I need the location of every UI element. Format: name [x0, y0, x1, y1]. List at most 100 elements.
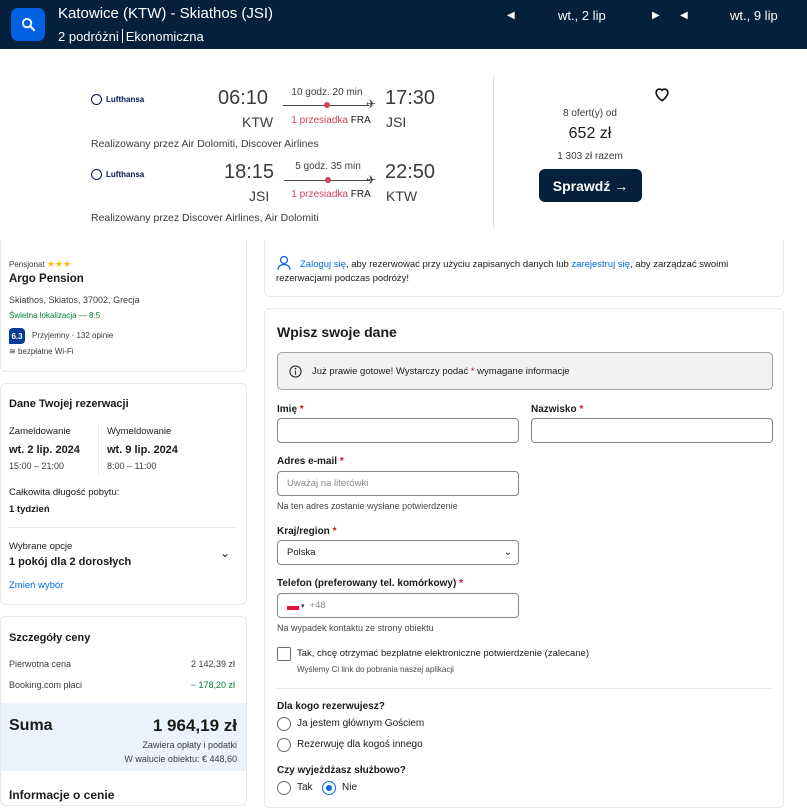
check-offer-button[interactable]: Sprawdź →: [539, 169, 642, 202]
first-name-input[interactable]: [277, 418, 519, 443]
discount-label: Booking.com płaci: [9, 680, 83, 690]
inbound-dep-airport: JSI: [249, 188, 270, 204]
airline-name: Lufthansa: [106, 170, 145, 179]
flight-offer-card[interactable]: Lufthansa 06:10 KTW 10 godz. 20 min ✈ 1 …: [0, 49, 807, 240]
price-details-card: Szczegóły ceny Pierwotna cena 2 142,39 z…: [0, 616, 247, 806]
lufthansa-logo-icon: [91, 169, 102, 180]
outbound-dep-time: 06:10: [218, 87, 269, 109]
phone-prefix: +48: [309, 600, 326, 611]
search-button[interactable]: [11, 8, 45, 41]
next-depart-date-icon[interactable]: ▶: [652, 10, 660, 21]
wifi-facility: ≋ bezpłatne Wi-Fi: [9, 347, 74, 356]
form-divider: [277, 688, 773, 689]
airline-name: Lufthansa: [106, 95, 145, 104]
country-value: Polska: [287, 547, 316, 558]
total-box: Suma 1 964,19 zł Zawiera opłaty i podatk…: [1, 703, 246, 771]
country-label: Kraj/region *: [277, 526, 336, 537]
email-label-text: Adres e-mail: [277, 456, 338, 467]
phone-input[interactable]: ▾ +48: [277, 593, 519, 618]
radio-business-no[interactable]: [322, 781, 336, 795]
checkin-label: Zameldowanie: [9, 426, 71, 437]
login-text: , aby zarządzać swoimi: [630, 259, 729, 270]
email-input[interactable]: Uważaj na literówki: [277, 471, 519, 496]
property-type: Pensjonat ★★★: [9, 259, 71, 270]
last-name-label-text: Nazwisko: [531, 404, 577, 415]
last-name-input[interactable]: [531, 418, 773, 443]
required-star: *: [299, 404, 304, 415]
flight-price: 652 zł: [568, 125, 612, 142]
required-star: *: [339, 456, 344, 467]
search-icon: [21, 17, 35, 32]
email-label: Adres e-mail *: [277, 456, 344, 467]
outbound-operated-by: Realizowany przez Air Dolomiti, Discover…: [91, 138, 319, 150]
wifi-icon: ≋: [9, 347, 16, 356]
inbound-route-line: [284, 177, 370, 183]
date-divider: [98, 424, 99, 474]
depart-date[interactable]: wt., 2 lip: [558, 8, 606, 23]
travellers-summary[interactable]: 2 podróżni Ekonomiczna: [58, 29, 204, 44]
stops-count: 1 przesiadka: [291, 189, 348, 200]
radio-business-yes[interactable]: [277, 781, 291, 795]
caret-icon: ▾: [301, 602, 305, 610]
flight-total-price: 1 303 zł razem: [557, 151, 623, 162]
total-label: Suma: [9, 717, 53, 734]
outbound-route-line: [283, 102, 369, 108]
price-details-title: Szczegóły ceny: [9, 632, 91, 644]
required-star: *: [332, 526, 337, 537]
review-score-badge: 6.3: [9, 328, 25, 344]
confirmation-hint: Wyślemy Ci link do pobrania naszej aplik…: [297, 665, 454, 674]
airline-outbound: Lufthansa: [91, 94, 144, 105]
confirmation-checkbox[interactable]: [277, 647, 291, 661]
original-price-value: 2 142,39 zł: [190, 659, 235, 669]
prev-depart-date-icon[interactable]: ◀: [507, 10, 515, 21]
inbound-stops: 1 przesiadka FRA: [286, 189, 376, 200]
for-whom-label: Dla kogo rezerwujesz?: [277, 701, 385, 712]
notice-text-pre: Już prawie gotowe! Wystarczy podać: [312, 366, 471, 377]
plane-icon: ✈: [366, 97, 377, 111]
booking-details-card: Dane Twojej rezerwacji Zameldowanie wt. …: [0, 383, 247, 605]
change-selection-link[interactable]: Zmień wybór: [9, 580, 63, 591]
card-divider: [493, 77, 494, 227]
heart-icon[interactable]: [652, 84, 672, 104]
chevron-down-icon[interactable]: ⌄: [220, 546, 230, 560]
stop-dot: [325, 177, 331, 183]
poland-flag-icon[interactable]: [287, 601, 299, 610]
outbound-duration: 10 godz. 20 min: [291, 87, 363, 98]
stop-airport: FRA: [350, 115, 371, 126]
wifi-label: bezpłatne Wi-Fi: [17, 347, 74, 356]
checkin-date: wt. 2 lip. 2024: [9, 444, 80, 456]
required-star: *: [579, 404, 584, 415]
outbound-dep-airport: KTW: [242, 114, 274, 130]
chevron-down-icon: ⌄: [503, 547, 512, 558]
stop-dot: [324, 102, 330, 108]
section-divider: [9, 527, 235, 528]
country-label-text: Kraj/region: [277, 526, 330, 537]
location-score: Świetna lokalizacja — 8.5: [9, 311, 101, 320]
main-guest-label: Ja jestem głównym Gościem: [297, 718, 425, 729]
business-no-label: Nie: [342, 782, 358, 793]
inbound-dep-time: 18:15: [224, 161, 275, 183]
business-trip-label: Czy wyjeżdżasz służbowo?: [277, 765, 406, 776]
country-select[interactable]: Polska ⌄: [277, 540, 519, 565]
radio-other-guest[interactable]: [277, 738, 291, 752]
return-date[interactable]: wt., 9 lip: [730, 8, 778, 23]
inbound-operated-by: Realizowany przez Discover Airlines, Air…: [91, 212, 319, 224]
login-text: , aby rezerwować przy użyciu zapisanych …: [345, 259, 572, 270]
stops-count: 1 przesiadka: [291, 115, 348, 126]
login-prompt: Zaloguj się, aby rezerwować przy użyciu …: [276, 258, 780, 285]
guest-details-form: Wpisz swoje dane Już prawie gotowe! Wyst…: [264, 308, 784, 808]
route-title[interactable]: Katowice (KTW) - Skiathos (JSI): [58, 5, 273, 22]
last-name-label: Nazwisko *: [531, 404, 583, 415]
radio-main-guest[interactable]: [277, 717, 291, 731]
business-yes-label: Tak: [297, 782, 313, 793]
prev-return-date-icon[interactable]: ◀: [680, 10, 688, 21]
lufthansa-logo-icon: [91, 94, 102, 105]
outbound-arr-airport: JSI: [386, 114, 407, 130]
notice-text-post: wymagane informacje: [474, 366, 570, 377]
outbound-stops: 1 przesiadka FRA: [286, 115, 376, 126]
info-icon: [289, 365, 302, 378]
login-link[interactable]: Zaloguj się: [300, 259, 346, 270]
register-link[interactable]: zarejestruj się: [571, 259, 630, 270]
search-summary-bar: Katowice (KTW) - Skiathos (JSI) 2 podróż…: [0, 0, 807, 49]
selected-options-label: Wybrane opcje: [9, 541, 73, 552]
